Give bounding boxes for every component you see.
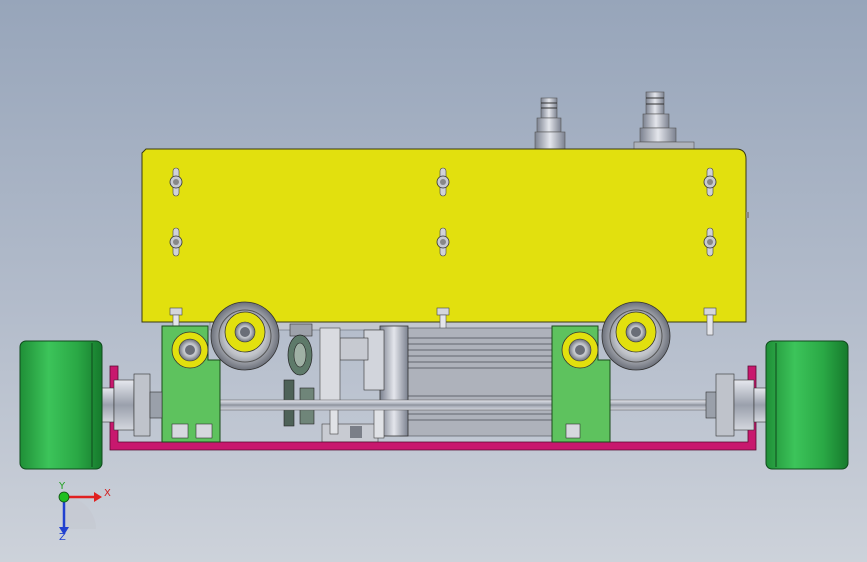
top-fitting-left[interactable] <box>534 97 566 150</box>
top-fitting-right[interactable] <box>633 91 695 150</box>
right-hub[interactable] <box>705 373 767 437</box>
assembly-model[interactable] <box>0 0 867 562</box>
left-wheel[interactable] <box>19 340 103 470</box>
axis-triad <box>58 491 102 535</box>
left-bracket[interactable] <box>161 325 221 443</box>
guide-roller-right[interactable] <box>601 301 671 371</box>
cad-viewport[interactable]: X Y Z <box>0 0 867 562</box>
y-axis-label: Y <box>59 481 66 492</box>
x-axis-label: X <box>104 488 111 499</box>
z-axis-label: Z <box>59 532 66 543</box>
gear-set[interactable] <box>283 323 315 427</box>
drive-assembly[interactable] <box>319 325 553 443</box>
right-wheel[interactable] <box>765 340 849 470</box>
left-hub[interactable] <box>99 373 163 437</box>
right-bracket[interactable] <box>551 325 611 443</box>
guide-roller-left[interactable] <box>210 301 280 371</box>
